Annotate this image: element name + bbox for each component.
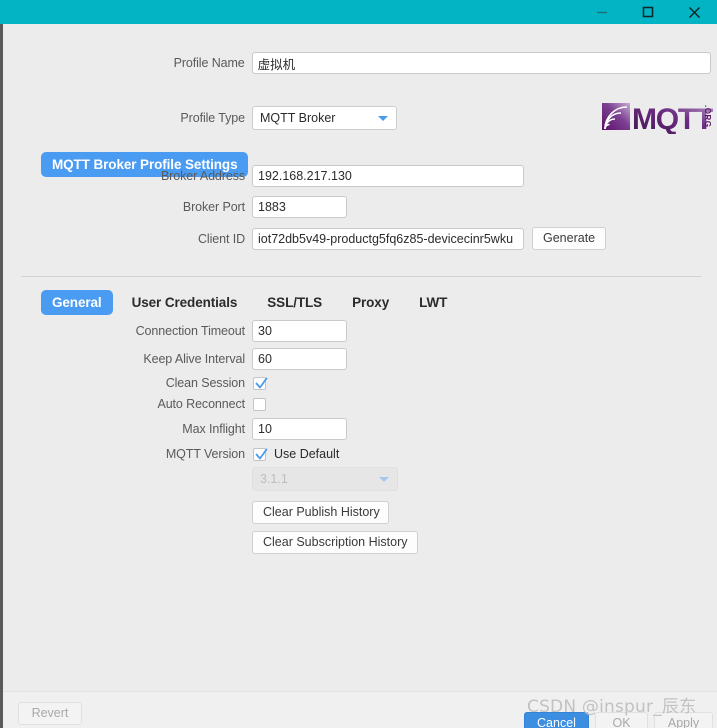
maximize-button[interactable] bbox=[625, 0, 671, 24]
window-titlebar bbox=[0, 0, 717, 24]
mqtt-profile-dialog: Profile Name Profile Type MQTT Broker bbox=[0, 0, 717, 728]
cancel-button[interactable]: Cancel bbox=[524, 712, 589, 728]
tab-general[interactable]: General bbox=[41, 290, 113, 315]
clean-session-row: Clean Session bbox=[3, 376, 268, 390]
clean-session-label: Clean Session bbox=[165, 376, 245, 390]
auto-reconnect-row: Auto Reconnect bbox=[3, 397, 266, 411]
dialog-footer: Revert Cancel OK Apply bbox=[3, 691, 717, 728]
tab-user-credentials[interactable]: User Credentials bbox=[121, 290, 249, 315]
clean-session-checkbox[interactable] bbox=[253, 376, 268, 390]
maximize-icon bbox=[642, 6, 654, 18]
max-inflight-row: Max Inflight bbox=[3, 418, 347, 440]
section-divider bbox=[21, 276, 701, 277]
connection-timeout-input[interactable] bbox=[252, 320, 347, 342]
keep-alive-input[interactable] bbox=[252, 348, 347, 370]
tab-lwt[interactable]: LWT bbox=[408, 290, 458, 315]
settings-tabs: General User Credentials SSL/TLS Proxy L… bbox=[41, 290, 466, 315]
dialog-content: Profile Name Profile Type MQTT Broker bbox=[3, 24, 717, 728]
broker-address-input[interactable] bbox=[252, 165, 524, 187]
clear-subscription-row: Clear Subscription History bbox=[252, 531, 418, 554]
broker-address-row: Broker Address bbox=[3, 165, 524, 187]
generate-client-id-button[interactable]: Generate bbox=[532, 227, 607, 250]
profile-name-input[interactable] bbox=[251, 52, 711, 74]
client-id-label: Client ID bbox=[197, 231, 245, 246]
mqtt-version-select[interactable]: 3.1.1 bbox=[252, 467, 398, 491]
use-default-label: Use Default bbox=[274, 447, 340, 461]
auto-reconnect-checkbox[interactable] bbox=[253, 397, 266, 411]
connection-timeout-label: Connection Timeout bbox=[135, 324, 245, 338]
mqtt-version-select-row: 3.1.1 bbox=[252, 467, 398, 491]
profile-type-row: Profile Type MQTT Broker bbox=[3, 106, 397, 130]
broker-port-label: Broker Port bbox=[182, 200, 245, 214]
chevron-down-icon bbox=[378, 116, 388, 121]
connection-timeout-row: Connection Timeout bbox=[3, 320, 347, 342]
window-controls bbox=[579, 0, 717, 24]
minimize-icon bbox=[597, 11, 607, 14]
clear-publish-row: Clear Publish History bbox=[252, 501, 389, 524]
auto-reconnect-label: Auto Reconnect bbox=[157, 397, 245, 411]
tab-proxy[interactable]: Proxy bbox=[341, 290, 400, 315]
profile-type-value: MQTT Broker bbox=[260, 111, 336, 125]
svg-text:MQTT: MQTT bbox=[632, 103, 713, 134]
svg-text:.ORG: .ORG bbox=[703, 105, 712, 127]
max-inflight-label: Max Inflight bbox=[182, 422, 245, 436]
mqtt-version-value: 3.1.1 bbox=[260, 472, 288, 486]
close-icon bbox=[688, 6, 700, 18]
check-icon bbox=[255, 377, 268, 388]
keep-alive-row: Keep Alive Interval bbox=[3, 348, 347, 370]
mqtt-org-logo: MQTT .ORG bbox=[601, 98, 714, 136]
profile-name-row: Profile Name bbox=[3, 52, 711, 74]
clear-publish-history-button[interactable]: Clear Publish History bbox=[252, 501, 389, 524]
mqtt-version-label: MQTT Version bbox=[165, 447, 245, 461]
client-id-input[interactable] bbox=[252, 227, 524, 250]
chevron-down-icon bbox=[379, 477, 389, 482]
use-default-checkbox[interactable] bbox=[253, 447, 268, 461]
broker-port-input[interactable] bbox=[252, 196, 347, 218]
profile-type-select[interactable]: MQTT Broker bbox=[252, 106, 397, 130]
max-inflight-input[interactable] bbox=[252, 418, 347, 440]
check-icon bbox=[255, 448, 268, 459]
profile-name-label: Profile Name bbox=[173, 56, 245, 70]
broker-port-row: Broker Port bbox=[3, 196, 347, 218]
clear-subscription-history-button[interactable]: Clear Subscription History bbox=[252, 531, 418, 554]
mqtt-version-row: MQTT Version Use Default bbox=[3, 447, 339, 461]
revert-button[interactable]: Revert bbox=[18, 702, 82, 725]
tab-ssl-tls[interactable]: SSL/TLS bbox=[256, 290, 333, 315]
minimize-button[interactable] bbox=[579, 0, 625, 24]
ok-button[interactable]: OK bbox=[595, 712, 648, 728]
profile-type-label: Profile Type bbox=[180, 111, 245, 125]
close-button[interactable] bbox=[671, 0, 717, 24]
apply-button[interactable]: Apply bbox=[654, 712, 713, 728]
broker-address-label: Broker Address bbox=[160, 169, 245, 183]
keep-alive-label: Keep Alive Interval bbox=[143, 352, 245, 366]
client-id-row: Client ID Generate bbox=[3, 227, 607, 250]
